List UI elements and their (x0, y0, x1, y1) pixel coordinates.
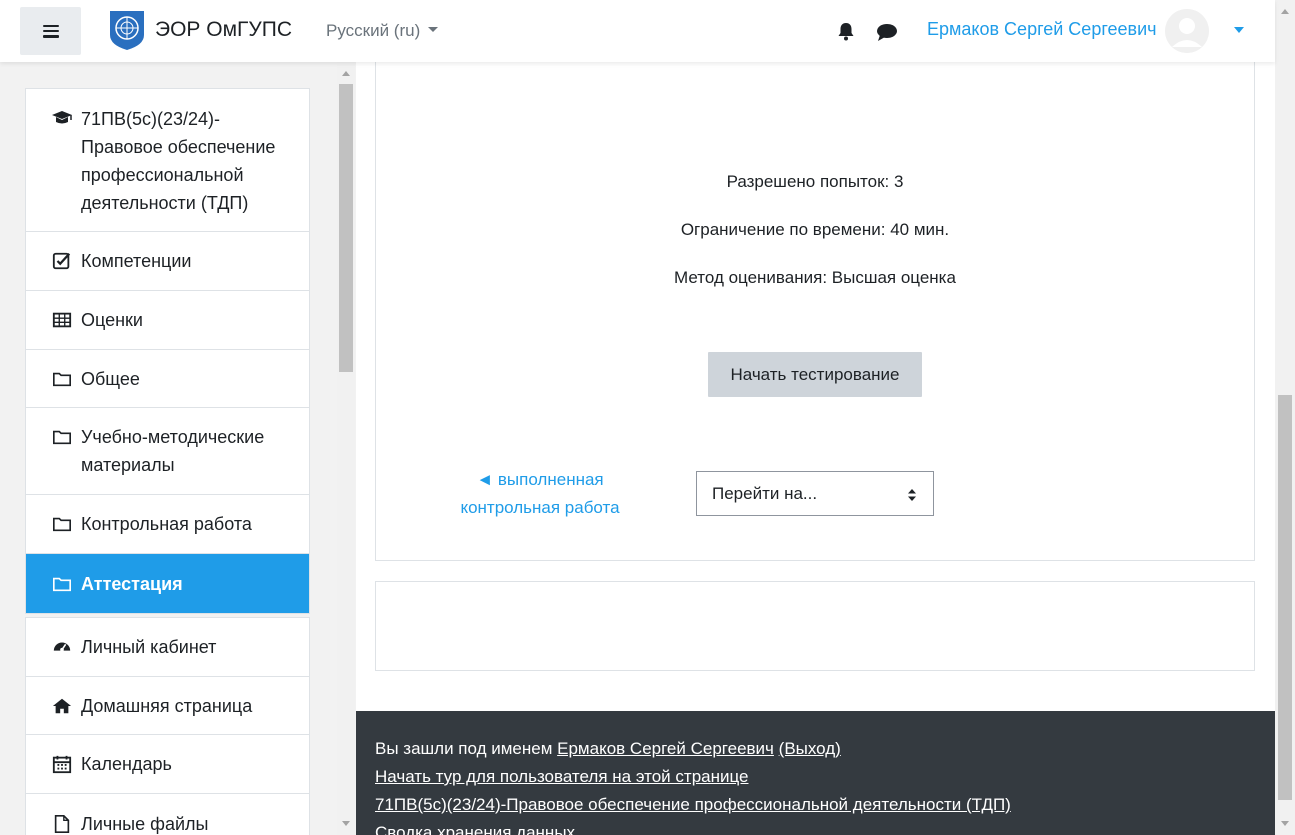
sidebar-item-course[interactable]: 71ПВ(5с)(23/24)-Правовое обеспечение про… (26, 89, 309, 232)
chat-icon[interactable] (876, 22, 898, 42)
jump-to-select[interactable]: Перейти на... (696, 471, 934, 516)
graduation-cap-icon (51, 108, 73, 130)
page-scroll-thumb[interactable] (1278, 395, 1292, 800)
sidebar-item-home[interactable]: Домашняя страница (26, 677, 309, 735)
sidebar-item-label: Календарь (81, 754, 172, 774)
hamburger-button[interactable] (20, 7, 81, 55)
calendar-icon (51, 753, 73, 775)
table-icon (51, 309, 73, 331)
time-limit: Ограничение по времени: 40 мин. (680, 220, 950, 239)
page-footer: Вы зашли под именем Ермаков Сергей Серге… (356, 711, 1275, 835)
sidebar-item-competencies[interactable]: Компетенции (26, 232, 309, 291)
sidebar-item-label: Домашняя страница (81, 695, 253, 716)
avatar-icon[interactable] (1165, 9, 1209, 53)
grading-method: Метод оценивания: Высшая оценка (674, 268, 956, 287)
site-name[interactable]: ЭОР ОмГУПС (155, 18, 292, 42)
logged-in-prefix: Вы зашли под именем (375, 739, 558, 758)
attempts-allowed: Разрешено попыток: 3 (726, 172, 904, 191)
footer-user-link[interactable]: Ермаков Сергей Сергеевич (557, 739, 774, 758)
data-retention-link[interactable]: Сводка хранения данных (375, 823, 575, 835)
empty-card (375, 581, 1255, 671)
site-logo[interactable] (108, 9, 146, 51)
sidebar-item-label: Оценки (81, 310, 143, 330)
folder-icon (51, 368, 73, 390)
sidebar-item-attestation[interactable]: Аттестация (26, 554, 309, 613)
sidebar-item-label: Компетенции (81, 251, 192, 271)
drawer-scroll-thumb[interactable] (339, 84, 353, 372)
caret-down-icon[interactable] (1234, 27, 1244, 33)
previous-activity-link[interactable]: ◄ выполненная контрольная работа (436, 466, 644, 522)
start-tour-link[interactable]: Начать тур для пользователя на этой стра… (375, 767, 749, 786)
file-icon (51, 813, 73, 835)
sidebar-item-control-work[interactable]: Контрольная работа (26, 495, 309, 554)
sidebar-item-grades[interactable]: Оценки (26, 291, 309, 350)
scroll-down-arrow-icon[interactable] (342, 821, 350, 826)
sidebar-item-private-files[interactable]: Личные файлы (26, 794, 309, 835)
sidebar-item-calendar[interactable]: Календарь (26, 735, 309, 794)
folder-icon (51, 426, 73, 448)
sidebar-item-label: Аттестация (81, 573, 183, 594)
caret-down-icon (428, 27, 439, 33)
logged-in-line: Вы зашли под именем Ермаков Сергей Серге… (375, 735, 1275, 763)
folder-icon (51, 573, 73, 595)
start-attempt-button[interactable]: Начать тестирование (708, 352, 922, 397)
hamburger-icon (42, 24, 59, 38)
top-navbar: ЭОР ОмГУПС Русский (ru) Ермаков Сергей С… (0, 0, 1275, 62)
course-nav: 71ПВ(5с)(23/24)-Правовое обеспечение про… (25, 88, 310, 614)
sidebar-item-label: 71ПВ(5с)(23/24)-Правовое обеспечение про… (81, 109, 276, 213)
language-label: Русский (ru) (326, 21, 421, 40)
sidebar-item-general[interactable]: Общее (26, 350, 309, 408)
drawer-scrollbar[interactable] (337, 62, 355, 835)
select-arrows-icon (908, 489, 916, 501)
sidebar-item-label: Личные файлы (81, 813, 209, 834)
scroll-up-arrow-icon[interactable] (1281, 9, 1289, 14)
page-scrollbar[interactable] (1275, 0, 1295, 835)
scroll-up-arrow-icon[interactable] (342, 71, 350, 76)
site-nav: Личный кабинет Домашняя страница Календа… (25, 617, 310, 835)
footer-course-link[interactable]: 71ПВ(5с)(23/24)-Правовое обеспечение про… (375, 795, 1011, 814)
sidebar-item-dashboard[interactable]: Личный кабинет (26, 618, 309, 677)
check-square-icon (51, 250, 73, 272)
sidebar-item-label: Общее (81, 368, 140, 389)
sidebar-item-label: Учебно-методические материалы (81, 427, 265, 475)
scroll-down-arrow-icon[interactable] (1281, 821, 1289, 826)
home-icon (51, 695, 73, 717)
jump-to-label: Перейти на... (712, 483, 818, 503)
bell-icon[interactable] (836, 21, 856, 41)
sidebar-item-label: Личный кабинет (81, 637, 217, 657)
dashboard-icon (51, 636, 73, 658)
sidebar-item-label: Контрольная работа (81, 514, 252, 534)
logout-link[interactable]: (Выход) (779, 739, 841, 758)
folder-icon (51, 513, 73, 535)
language-menu[interactable]: Русский (ru) (326, 21, 439, 41)
user-menu-name[interactable]: Ермаков Сергей Сергеевич (927, 19, 1157, 40)
sidebar-item-materials[interactable]: Учебно-методические материалы (26, 408, 309, 495)
